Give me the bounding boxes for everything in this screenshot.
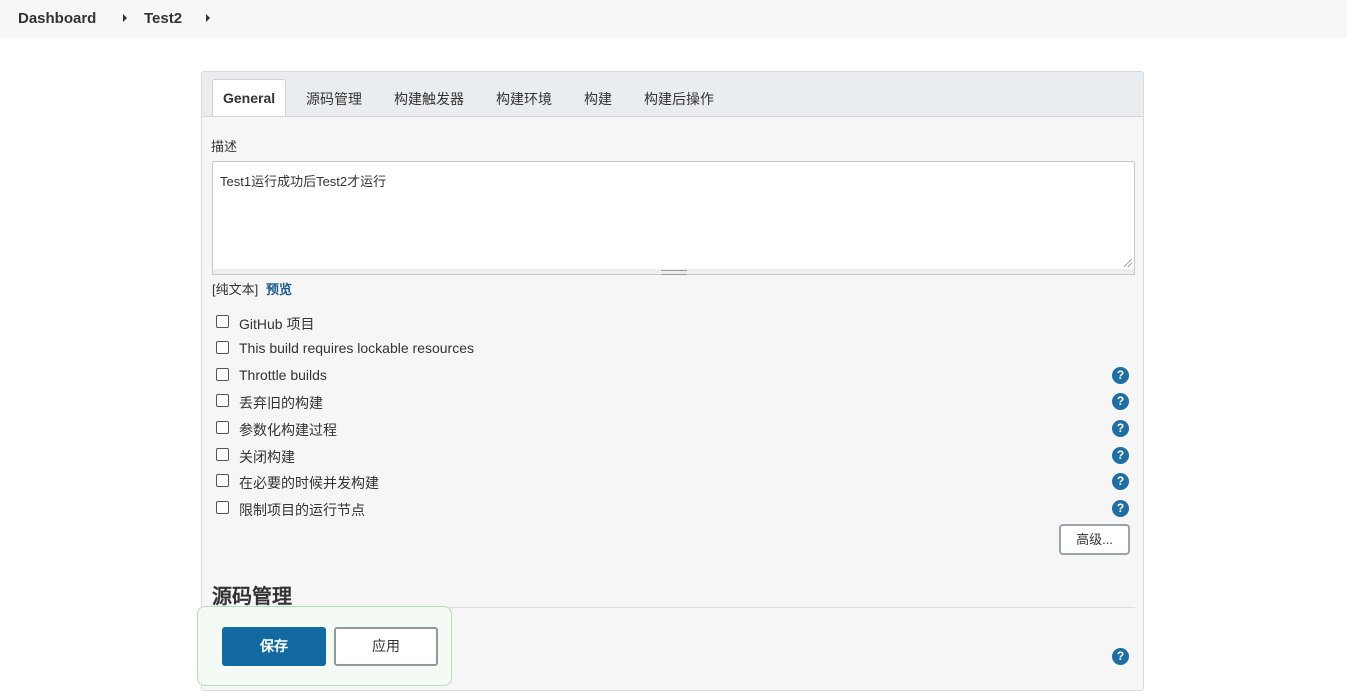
option-label: 关闭构建 <box>239 449 295 465</box>
help-icon[interactable]: ? <box>1112 367 1129 384</box>
resize-handle-icon[interactable] <box>1124 259 1132 267</box>
option-label: 在必要的时候并发构建 <box>239 475 379 491</box>
description-value: Test1运行成功后Test2才运行 <box>220 174 387 189</box>
preview-link[interactable]: 预览 <box>266 279 292 298</box>
option-label: 丢弃旧的构建 <box>239 395 323 411</box>
textarea-grip-bar[interactable] <box>212 269 1135 275</box>
help-icon[interactable]: ? <box>1112 393 1129 410</box>
tab-build[interactable]: 构建 <box>584 89 612 109</box>
plain-text-note: [纯文本] <box>212 282 259 297</box>
description-label: 描述 <box>211 139 238 154</box>
help-icon[interactable]: ? <box>1112 420 1129 437</box>
option-label: GitHub 项目 <box>239 316 315 332</box>
option-label: Throttle builds <box>239 367 327 383</box>
checkbox[interactable] <box>216 501 229 514</box>
breadcrumb-dashboard-menu-icon[interactable] <box>123 14 127 22</box>
tab-build-environment[interactable]: 构建环境 <box>496 89 552 109</box>
tab-general[interactable]: General <box>212 79 287 116</box>
help-icon[interactable]: ? <box>1112 473 1129 490</box>
checkbox[interactable] <box>216 474 229 487</box>
breadcrumb-test2-menu-icon[interactable] <box>206 14 210 22</box>
checkbox[interactable] <box>216 368 229 381</box>
tab-build-triggers[interactable]: 构建触发器 <box>394 89 464 109</box>
scm-section-title: 源码管理 <box>212 586 292 608</box>
breadcrumb: Dashboard Test2 <box>0 0 1347 38</box>
tab-post-build-actions[interactable]: 构建后操作 <box>644 89 714 109</box>
breadcrumb-dashboard[interactable]: Dashboard <box>18 10 96 27</box>
help-icon[interactable]: ? <box>1112 500 1129 517</box>
checkbox[interactable] <box>216 448 229 461</box>
checkbox[interactable] <box>216 421 229 434</box>
checkbox[interactable] <box>216 341 229 354</box>
grip-icon <box>661 270 687 275</box>
option-label: 限制项目的运行节点 <box>239 502 365 518</box>
tab-source-management[interactable]: 源码管理 <box>306 89 362 109</box>
tab-bar: General 源码管理 构建触发器 构建环境 构建 构建后操作 <box>202 72 1143 117</box>
checkbox[interactable] <box>216 315 229 328</box>
checkbox[interactable] <box>216 394 229 407</box>
option-label: 参数化构建过程 <box>239 422 337 438</box>
save-button[interactable]: 保存 <box>222 627 326 666</box>
apply-button[interactable]: 应用 <box>334 627 438 666</box>
description-textarea[interactable]: Test1运行成功后Test2才运行 <box>212 161 1135 270</box>
option-label: This build requires lockable resources <box>239 340 474 356</box>
help-icon[interactable]: ? <box>1112 447 1129 464</box>
help-icon[interactable]: ? <box>1112 648 1129 665</box>
breadcrumb-test2[interactable]: Test2 <box>144 10 182 27</box>
advanced-button[interactable]: 高级... <box>1059 524 1130 555</box>
